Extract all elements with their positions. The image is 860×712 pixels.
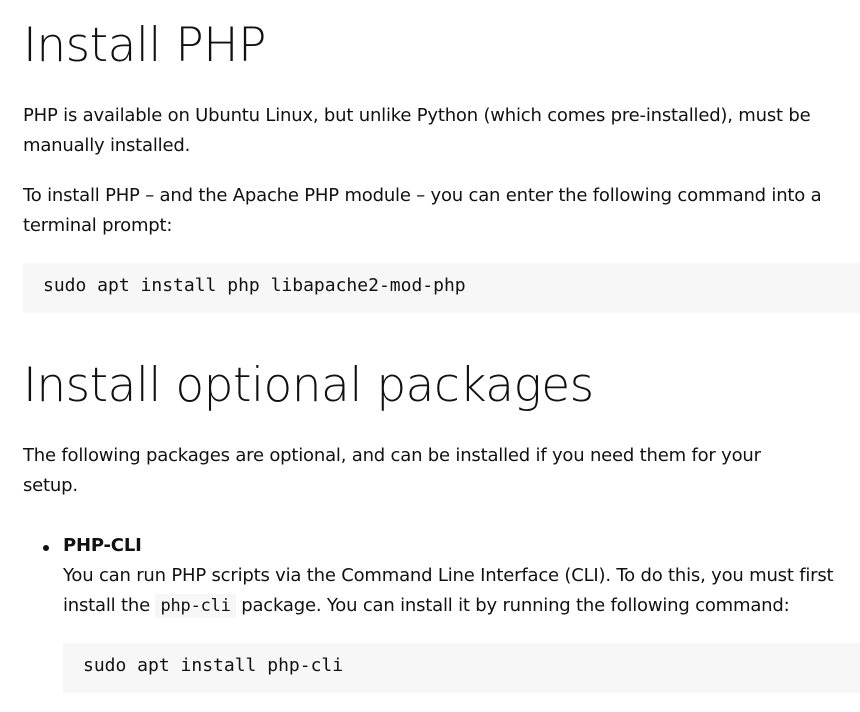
description-text-end: package. You can install it by running t… bbox=[235, 595, 790, 616]
paragraph-optional-packages: The following packages are optional, and… bbox=[23, 445, 761, 496]
list-item-title: PHP-CLI bbox=[63, 535, 142, 556]
bullet-icon bbox=[43, 545, 49, 551]
code-block-install-php-cli[interactable]: sudo apt install php-cli bbox=[63, 643, 860, 693]
heading-install-php: Install PHP bbox=[23, 18, 266, 73]
heading-install-optional-packages: Install optional packages bbox=[23, 358, 594, 413]
list-item-description: You can run PHP scripts via the Command … bbox=[63, 561, 860, 621]
paragraph-php-availability: PHP is available on Ubuntu Linux, but un… bbox=[23, 105, 811, 156]
code-block-install-php[interactable]: sudo apt install php libapache2-mod-php bbox=[23, 263, 860, 313]
paragraph-install-instructions: To install PHP – and the Apache PHP modu… bbox=[23, 185, 822, 236]
inline-code-php-cli: php-cli bbox=[155, 594, 236, 618]
